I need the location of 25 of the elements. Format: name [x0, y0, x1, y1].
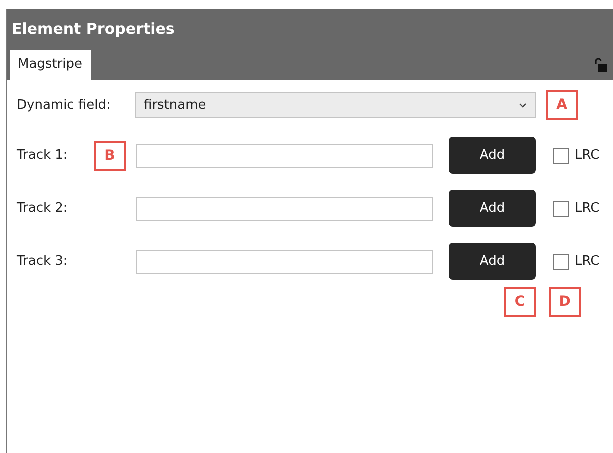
callout-label: B — [94, 140, 126, 170]
checkbox[interactable] — [553, 254, 569, 270]
field-label: Track 1: — [17, 148, 69, 163]
panel-title: Element Properties — [12, 20, 175, 38]
tab[interactable]: Magstripe — [10, 50, 91, 80]
chevron-down-icon — [519, 102, 527, 108]
field-label: Track 3: — [17, 254, 69, 269]
add-button[interactable]: Add — [449, 137, 536, 174]
checkbox-label: LRC — [575, 201, 600, 216]
add-button[interactable]: Add — [449, 243, 536, 280]
field-label: Track 2: — [17, 201, 69, 216]
text-input[interactable] — [136, 196, 433, 220]
dropdown[interactable]: firstname — [135, 92, 536, 118]
callout-label: D — [549, 287, 581, 317]
checkbox[interactable] — [553, 148, 569, 164]
field-label: Dynamic field: — [17, 98, 112, 112]
text-input[interactable] — [136, 144, 433, 168]
checkbox-label: LRC — [575, 254, 600, 269]
callout-label: C — [504, 287, 536, 317]
text-input[interactable] — [136, 250, 433, 274]
checkbox-label: LRC — [575, 148, 600, 163]
unlocked-padlock-icon[interactable] — [593, 58, 607, 72]
callout-label: A — [546, 90, 578, 120]
add-button[interactable]: Add — [449, 190, 536, 227]
checkbox[interactable] — [553, 200, 569, 216]
